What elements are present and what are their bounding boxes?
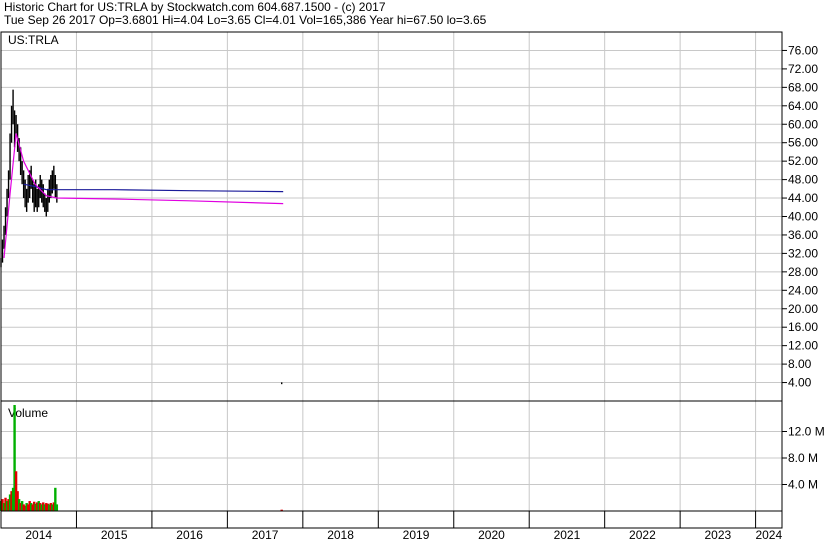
volume-panel: 12.0 M8.0 M4.0 MVolume [0, 400, 825, 512]
volume-bar [55, 504, 59, 511]
moving-average-long-line [3, 133, 284, 259]
moving-average-short-line [23, 183, 284, 193]
price-panel: 76.00 72.00 68.00 64.00 60.00 56.00 52.00 48.00… [0, 31, 818, 402]
price-tick-label: 76.00 [788, 43, 818, 57]
price-tick-label: 36.00 [788, 228, 818, 242]
symbol-label: US:TRLA [8, 33, 59, 47]
x-axis-year-label: 2015 [101, 528, 128, 542]
x-axis-year-label: 2017 [252, 528, 279, 542]
x-axis-year-label: 2023 [705, 528, 732, 542]
x-axis-year-label: 2022 [629, 528, 656, 542]
stock-chart: 76.00 72.00 68.00 64.00 60.00 56.00 52.00 48.00… [0, 31, 825, 542]
price-tick-label: 28.00 [788, 265, 818, 279]
x-axis-year-label: 2014 [25, 528, 52, 542]
price-tick-label: 60.00 [788, 117, 818, 131]
price-tick-label: 48.00 [788, 173, 818, 187]
price-tick-label: 44.00 [788, 191, 818, 205]
volume-tick-label: 12.0 M [788, 425, 825, 439]
price-tick-label: 20.00 [788, 302, 818, 316]
chart-window: Historic Chart for US:TRLA by Stockwatch… [0, 0, 830, 543]
x-axis: 2014 2015 2016 2017 2018 2019 2020 2021 2022 2023… [0, 510, 783, 542]
volume-panel-frame [0, 400, 783, 512]
price-tick-label: 68.00 [788, 80, 818, 94]
price-tick-label: 32.00 [788, 246, 818, 260]
x-axis-year-label: 2020 [478, 528, 505, 542]
x-axis-year-label: 2016 [176, 528, 203, 542]
x-axis-year-label: 2021 [554, 528, 581, 542]
price-tick-label: 4.00 [788, 376, 812, 390]
volume-tick-label: 4.0 M [788, 478, 818, 492]
x-axis-year-label: 2019 [403, 528, 430, 542]
price-tick-label: 8.00 [788, 357, 812, 371]
price-tick-label: 72.00 [788, 62, 818, 76]
price-tick-label: 12.00 [788, 339, 818, 353]
price-tick-label: 56.00 [788, 136, 818, 150]
price-tick-label: 64.00 [788, 99, 818, 113]
price-tick-label: 40.00 [788, 210, 818, 224]
x-axis-year-label: 2024 [755, 528, 782, 542]
volume-tick-label: 8.0 M [788, 451, 818, 465]
price-tick-label: 52.00 [788, 154, 818, 168]
x-axis-year-label: 2018 [327, 528, 354, 542]
x-axis-frame [0, 510, 783, 529]
price-tick-label: 24.00 [788, 283, 818, 297]
price-tick-label: 16.00 [788, 320, 818, 334]
